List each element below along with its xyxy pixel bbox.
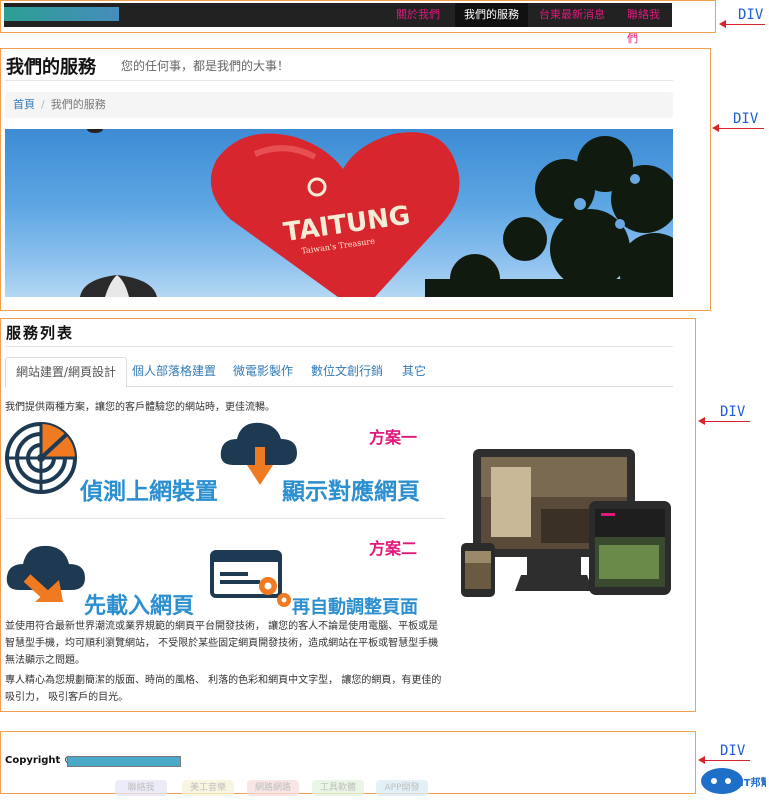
breadcrumb-home-link[interactable]: 首頁 — [13, 98, 35, 111]
footer-link[interactable]: 聯絡我 — [115, 780, 167, 796]
divider — [5, 346, 673, 347]
page-title: 我們的服務 — [6, 57, 96, 78]
page-subtitle: 您的任何事，都是我們的大事！ — [121, 59, 290, 73]
footer-link[interactable]: 網路網路 — [247, 780, 299, 796]
breadcrumb-current: 我們的服務 — [50, 98, 106, 111]
plan2-step1: 先載入網頁 — [84, 594, 195, 619]
services-paragraph-1: 並使用符合最新世界潮流或業界規範的網頁平台開發技術， 讓您的客人不論是使用電腦、… — [5, 621, 439, 666]
div-annotation-label: DIV — [720, 743, 746, 759]
tab-web-design[interactable]: 網站建置/網頁設計 — [5, 357, 128, 388]
copyright-owner-blurred — [67, 756, 181, 767]
ithelp-badge-text: IT邦幫忙 — [740, 776, 766, 789]
section-title: 服務列表 — [6, 324, 75, 342]
plan1-label: 方案一 — [369, 428, 418, 447]
divider — [5, 518, 445, 519]
breadcrumb-separator: / — [41, 98, 45, 111]
div-annotation-label: DIV — [733, 111, 759, 127]
service-tabs: 網站建置/網頁設計 個人部落格建置 微電影製作 數位文創行銷 其它 — [5, 357, 673, 388]
annotation-arrow — [698, 756, 750, 764]
footer-link[interactable]: APP開發 — [376, 780, 428, 796]
breadcrumb: 首頁 / 我們的服務 — [5, 92, 673, 118]
divider — [5, 80, 673, 81]
responsive-devices-image — [461, 449, 673, 599]
plan2-step2: 再自動調整頁面 — [292, 597, 418, 618]
tab-digital-marketing[interactable]: 數位文創行銷 — [301, 357, 393, 387]
footer-link[interactable]: 工具軟體 — [312, 780, 364, 796]
plan1-step2: 顯示對應網頁 — [282, 479, 420, 505]
navbar: 關於我們 我們的服務 台東最新消息 聯絡我們 — [4, 3, 672, 45]
nav-item-news[interactable]: 台東最新消息 — [530, 3, 614, 27]
nav-item-services[interactable]: 我們的服務 — [455, 3, 528, 27]
div-annotation-label: DIV — [720, 404, 746, 420]
radar-icon — [5, 422, 77, 494]
plan2-label: 方案二 — [369, 539, 418, 558]
hero-banner-image: TAITUNG Taiwan's Treasure — [5, 129, 673, 297]
div-annotation-label: DIV — [738, 7, 764, 23]
copyright-text: Copyright © — [5, 755, 74, 766]
plan1-step1: 偵測上網裝置 — [80, 479, 218, 505]
tab-micro-film[interactable]: 微電影製作 — [223, 357, 303, 387]
annotation-arrow — [712, 124, 764, 132]
tab-other[interactable]: 其它 — [392, 357, 436, 387]
annotation-arrow — [719, 20, 765, 28]
cloud-download-icon — [5, 540, 87, 612]
services-paragraph-2: 專人精心為您規劃簡潔的版面、時尚的風格、 利落的色彩和網頁中文字型， 讓您的網頁… — [5, 675, 442, 703]
nav-item-about[interactable]: 關於我們 — [387, 3, 449, 27]
footer-link[interactable]: 美工音樂 — [182, 780, 234, 796]
brand-logo-blurred[interactable] — [4, 7, 119, 21]
tab-blog-build[interactable]: 個人部落格建置 — [122, 357, 226, 387]
services-intro: 我們提供兩種方案，讓您的客戶體驗您的網站時，更佳流暢。 — [5, 402, 275, 413]
nav-item-contact[interactable]: 聯絡我們 — [618, 3, 672, 45]
ithelp-badge-logo[interactable]: IT邦幫忙 — [700, 766, 769, 796]
annotation-arrow — [698, 417, 750, 425]
browser-gear-icon — [210, 550, 296, 612]
